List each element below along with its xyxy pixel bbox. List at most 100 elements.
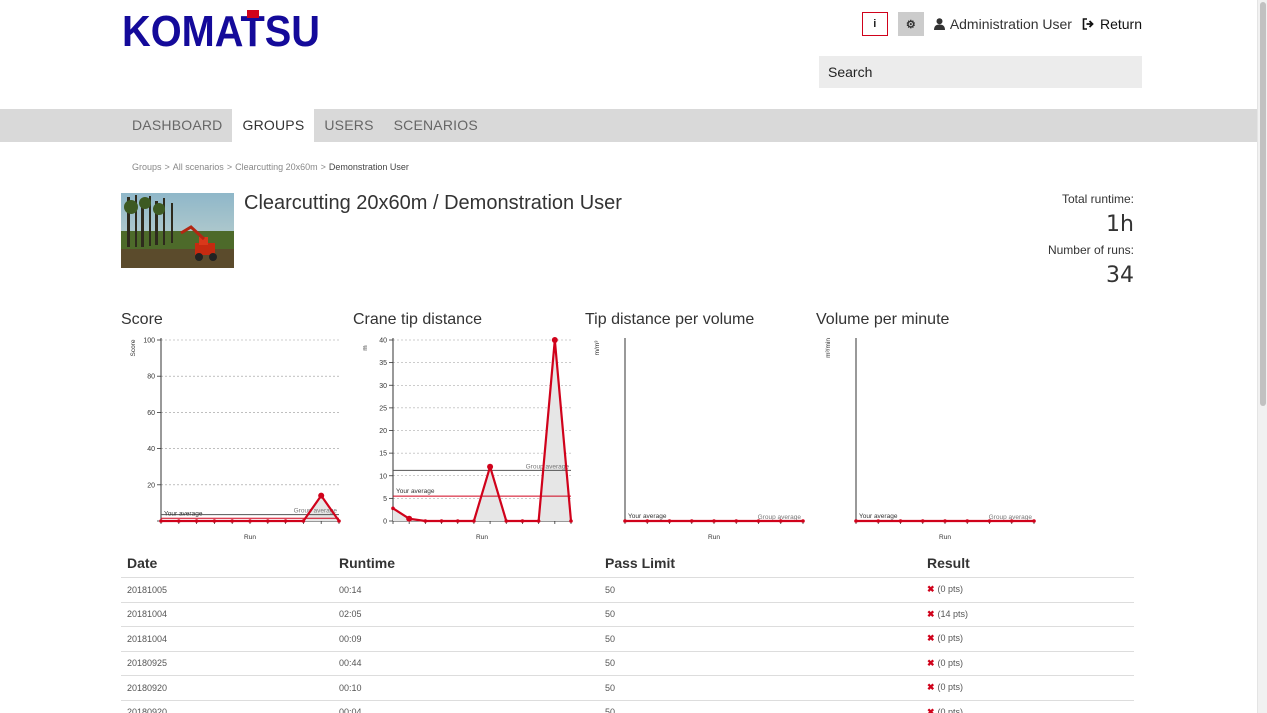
cell-pass-limit: 50	[605, 584, 616, 595]
chart-title-tip-distance-per-volume: Tip distance per volume	[585, 311, 755, 328]
group-average-label: Group average	[526, 463, 570, 470]
cell-runtime: 02:05	[339, 609, 362, 620]
table-header: Date Runtime Pass Limit Result	[121, 548, 1134, 578]
tab-users[interactable]: USERS	[314, 109, 383, 142]
y-tick-label: 20	[379, 428, 387, 435]
y-tick-label: 0	[383, 519, 387, 526]
result-points: (0 pts)	[937, 706, 964, 713]
info-button[interactable]: i	[861, 12, 888, 36]
y-tick-label: 100	[143, 338, 155, 345]
data-point	[551, 337, 558, 343]
cell-pass-limit: 50	[605, 633, 616, 644]
data-point	[301, 519, 306, 523]
data-point	[266, 519, 270, 523]
cell-date: 20180920	[127, 682, 168, 693]
user-menu[interactable]: Administration User	[933, 16, 1072, 32]
data-point	[194, 519, 199, 523]
chart-title-crane-tip-distance: Crane tip distance	[353, 311, 482, 328]
cell-date: 20181004	[127, 633, 168, 644]
table-row[interactable]: 20181004 02:05 50 ✖ (14 pts)	[121, 603, 1134, 627]
data-point	[1032, 519, 1036, 523]
y-tick-label: 5	[383, 496, 387, 503]
data-point	[801, 519, 805, 523]
cell-pass-limit: 50	[605, 609, 616, 620]
data-point	[318, 492, 325, 499]
your-average-label: Your average	[396, 488, 435, 495]
gear-icon: ⚙	[905, 18, 916, 31]
komatsu-logo[interactable]: KOMATSU	[122, 10, 322, 50]
return-label: Return	[1099, 16, 1142, 32]
column-header-runtime[interactable]: Runtime	[333, 555, 599, 571]
total-runtime-label: Total runtime:	[1061, 192, 1134, 206]
result-points: (0 pts)	[937, 584, 964, 595]
cell-result: ✖ (0 pts)	[921, 682, 1134, 693]
chart-title-volume-per-minute: Volume per minute	[816, 311, 950, 328]
data-point	[487, 463, 494, 470]
user-name: Administration User	[949, 16, 1072, 32]
your-average-label: Your average	[859, 513, 898, 520]
breadcrumb-link-scenario[interactable]: Clearcutting 20x60m	[235, 162, 318, 172]
table-row[interactable]: 20180920 00:10 50 ✖ (0 pts)	[121, 676, 1134, 701]
column-header-pass-limit[interactable]: Pass Limit	[599, 555, 921, 571]
y-tick-label: 40	[147, 446, 155, 453]
sign-out-icon	[1082, 18, 1094, 30]
result-points: (0 pts)	[937, 682, 964, 693]
data-point	[248, 519, 252, 523]
user-icon	[933, 18, 945, 30]
tab-dashboard[interactable]: DASHBOARD	[122, 109, 232, 142]
x-axis-label: Run	[244, 534, 256, 541]
page-title: Clearcutting 20x60m / Demonstration User	[244, 192, 622, 214]
column-header-date[interactable]: Date	[121, 555, 333, 571]
data-point	[965, 519, 970, 523]
x-axis-label: Run	[939, 534, 951, 541]
fail-icon: ✖	[927, 682, 935, 693]
data-point	[439, 519, 444, 523]
search-input[interactable]	[819, 56, 1142, 88]
cell-runtime: 00:14	[339, 584, 362, 595]
data-point	[212, 519, 217, 523]
y-tick-label: 20	[147, 482, 155, 489]
data-point	[504, 519, 509, 523]
cell-pass-limit: 50	[605, 682, 616, 693]
data-point	[689, 519, 694, 523]
fail-icon: ✖	[927, 608, 935, 619]
y-axis-label: Score	[130, 339, 137, 356]
x-axis-label: Run	[708, 534, 720, 541]
settings-button[interactable]: ⚙	[897, 12, 924, 36]
column-header-result[interactable]: Result	[921, 555, 1134, 571]
table-row[interactable]: 20181004 00:09 50 ✖ (0 pts)	[121, 627, 1134, 652]
cell-date: 20181004	[127, 609, 168, 620]
crane-tip-distance-chart: 0 5 10 15 20 25 30 35 40 m Run Group average Your av…	[362, 337, 573, 541]
breadcrumb-link-groups[interactable]: Groups	[132, 162, 162, 172]
return-link[interactable]: Return	[1082, 16, 1142, 32]
data-point	[645, 519, 650, 523]
data-point	[230, 519, 234, 523]
chart-title-score: Score	[121, 311, 163, 328]
y-axis-label: m	[362, 345, 369, 350]
breadcrumb-link-all-scenarios[interactable]: All scenarios	[173, 162, 224, 172]
cell-runtime: 00:09	[339, 633, 362, 644]
result-points: (14 pts)	[937, 608, 969, 619]
y-tick-label: 40	[379, 338, 387, 345]
breadcrumb-current: Demonstration User	[328, 162, 409, 172]
table-body: 20181005 00:14 50 ✖ (0 pts) 20181004 02:05 50 ✖(…	[121, 578, 1134, 713]
tab-scenarios[interactable]: SCENARIOS	[384, 109, 488, 142]
scenario-thumbnail	[121, 193, 234, 268]
table-row[interactable]: 20180920 00:04 50 ✖ (0 pts)	[121, 701, 1134, 713]
cell-runtime: 00:44	[339, 658, 362, 669]
scrollbar-thumb[interactable]	[1260, 2, 1266, 406]
data-point	[712, 519, 716, 523]
data-point	[423, 519, 428, 523]
cell-pass-limit: 50	[605, 707, 616, 713]
y-tick-label: 35	[379, 360, 387, 367]
tab-groups[interactable]: GROUPS	[232, 109, 315, 142]
cell-result: ✖ (0 pts)	[921, 707, 1134, 713]
result-points: (0 pts)	[937, 657, 964, 668]
page-scrollbar[interactable]	[1257, 0, 1267, 713]
cell-runtime: 00:04	[339, 707, 362, 713]
data-point	[455, 519, 460, 523]
table-row[interactable]: 20180925 00:44 50 ✖ (0 pts)	[121, 652, 1134, 676]
table-row[interactable]: 20181005 00:14 50 ✖ (0 pts)	[121, 578, 1134, 603]
fail-icon: ✖	[927, 584, 935, 595]
cell-result: ✖ (0 pts)	[921, 633, 1134, 644]
